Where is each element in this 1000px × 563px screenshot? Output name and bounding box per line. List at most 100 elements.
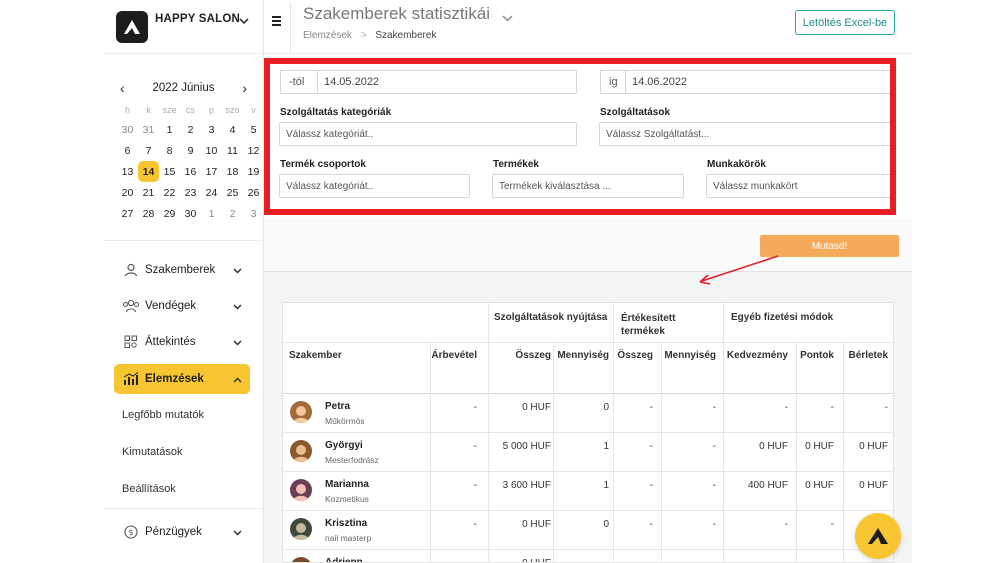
- statistics-table: Szolgáltatások nyújtása Értékesített ter…: [282, 302, 894, 563]
- breadcrumb-item[interactable]: Elemzések: [303, 30, 352, 41]
- happy-salon-logo-icon: [868, 528, 888, 544]
- staff-name[interactable]: Krisztina: [325, 518, 367, 529]
- help-fab-button[interactable]: [855, 513, 901, 559]
- avatar: [290, 518, 312, 540]
- users-icon: [122, 297, 140, 315]
- staff-name[interactable]: Petra: [325, 401, 350, 412]
- calendar-day[interactable]: 17: [201, 161, 222, 182]
- calendar-day[interactable]: 30: [180, 203, 201, 224]
- calendar-day[interactable]: 6: [117, 140, 138, 161]
- chevron-down-icon[interactable]: [239, 12, 249, 30]
- calendar-day-selected[interactable]: 14: [138, 161, 159, 182]
- happy-salon-logo-icon: [116, 10, 148, 43]
- table-cell: 5 000 HUF: [502, 441, 551, 452]
- svg-text:$: $: [128, 528, 133, 537]
- calendar-day[interactable]: 3: [201, 119, 222, 140]
- calendar-day[interactable]: 30: [117, 119, 138, 140]
- calendar-day[interactable]: 1: [159, 119, 180, 140]
- chevron-down-icon[interactable]: [502, 9, 513, 27]
- calendar-day[interactable]: 19: [243, 161, 264, 182]
- nav-item-vendegek[interactable]: Vendégek: [114, 292, 250, 320]
- calendar-day[interactable]: 21: [138, 182, 159, 203]
- calendar-day[interactable]: 25: [222, 182, 243, 203]
- calendar-day[interactable]: 26: [243, 182, 264, 203]
- calendar-day[interactable]: 16: [180, 161, 201, 182]
- calendar-day[interactable]: 31: [138, 119, 159, 140]
- breadcrumb-current: Szakemberek: [375, 30, 437, 41]
- table-cell: 0: [603, 402, 609, 413]
- calendar-day[interactable]: 23: [180, 182, 201, 203]
- divider: [104, 240, 264, 241]
- avatar: [290, 557, 312, 562]
- avatar: [290, 401, 312, 423]
- calendar-day[interactable]: 13: [117, 161, 138, 182]
- subnav-kimutatasok[interactable]: Kimutatások: [122, 446, 183, 458]
- table-cell: 0 HUF: [522, 519, 551, 530]
- calendar-day[interactable]: 22: [159, 182, 180, 203]
- nav-item-attekintes[interactable]: Áttekintés: [114, 328, 250, 356]
- calendar-day[interactable]: 11: [222, 140, 243, 161]
- table-cell: -: [712, 480, 716, 491]
- table-cell: 0: [603, 519, 609, 530]
- table-gridline: [283, 471, 893, 472]
- calendar-weekday: v: [251, 105, 256, 115]
- staff-name[interactable]: Marianna: [325, 479, 369, 490]
- table-cell: 1: [603, 441, 609, 452]
- calendar-day[interactable]: 7: [138, 140, 159, 161]
- table-cell: -: [784, 519, 788, 530]
- calendar-day[interactable]: 29: [159, 203, 180, 224]
- calendar-day[interactable]: 12: [243, 140, 264, 161]
- nav-label: Pénzügyek: [145, 526, 202, 538]
- table-gridline: [283, 342, 893, 343]
- table-cell: -: [649, 519, 653, 530]
- calendar-day[interactable]: 28: [138, 203, 159, 224]
- menu-icon[interactable]: [272, 16, 281, 28]
- calendar-day[interactable]: 5: [243, 119, 264, 140]
- calendar-day[interactable]: 9: [180, 140, 201, 161]
- brand-name: HAPPY SALON: [155, 12, 241, 25]
- calendar-day[interactable]: 2: [222, 203, 243, 224]
- staff-name[interactable]: Adrienn: [325, 557, 363, 562]
- nav-item-szakemberek[interactable]: Szakemberek: [114, 256, 250, 284]
- calendar-day[interactable]: 2: [180, 119, 201, 140]
- table-gridline: [843, 342, 844, 562]
- group-header-products: Értékesített termékek: [621, 313, 676, 337]
- calendar-day[interactable]: 27: [117, 203, 138, 224]
- table-gridline: [661, 342, 662, 562]
- table-gridline: [283, 393, 893, 394]
- group-header-payments: Egyéb fizetési módok: [731, 312, 834, 323]
- column-header: Árbevétel: [431, 350, 477, 361]
- column-header: Mennyiség: [557, 350, 609, 361]
- calendar-title: 2022 Június: [152, 82, 215, 94]
- table-cell: -: [649, 480, 653, 491]
- excel-download-button[interactable]: Letöltés Excel-be: [795, 10, 895, 35]
- calendar-day[interactable]: 10: [201, 140, 222, 161]
- next-month-icon[interactable]: ›: [242, 80, 247, 96]
- calendar-day[interactable]: 8: [159, 140, 180, 161]
- nav-item-elemzesek[interactable]: Elemzések: [114, 364, 250, 394]
- calendar-grid: h k sze cs p szo v 30 31 1 2 3 4 5 6 7 8 9 10 11 12 13 14 15 16 1…: [117, 101, 260, 224]
- calendar-day[interactable]: 1: [201, 203, 222, 224]
- table-cell: 0 HUF: [759, 441, 788, 452]
- nav-item-penzugyek[interactable]: $ Pénzügyek: [114, 518, 250, 546]
- show-button[interactable]: Mutasd!: [760, 235, 899, 257]
- subnav-beallitasok[interactable]: Beállítások: [122, 483, 176, 495]
- table-gridline: [283, 432, 893, 433]
- table-cell: -: [473, 402, 477, 413]
- calendar-day[interactable]: 18: [222, 161, 243, 182]
- staff-name[interactable]: Györgyi: [325, 440, 363, 451]
- table-cell: -: [712, 441, 716, 452]
- brand-header[interactable]: HAPPY SALON: [104, 0, 263, 54]
- subnav-legfobb-mutatok[interactable]: Legfőbb mutatók: [122, 409, 204, 421]
- calendar-weekday: cs: [186, 105, 195, 115]
- table-gridline: [553, 342, 554, 562]
- table-gridline: [796, 342, 797, 562]
- calendar-day[interactable]: 24: [201, 182, 222, 203]
- calendar-day[interactable]: 4: [222, 119, 243, 140]
- calendar-day[interactable]: 15: [159, 161, 180, 182]
- table-cell: -: [473, 441, 477, 452]
- calendar-day[interactable]: 3: [243, 203, 264, 224]
- prev-month-icon[interactable]: ‹: [120, 80, 125, 96]
- table-gridline: [283, 549, 893, 550]
- calendar-day[interactable]: 20: [117, 182, 138, 203]
